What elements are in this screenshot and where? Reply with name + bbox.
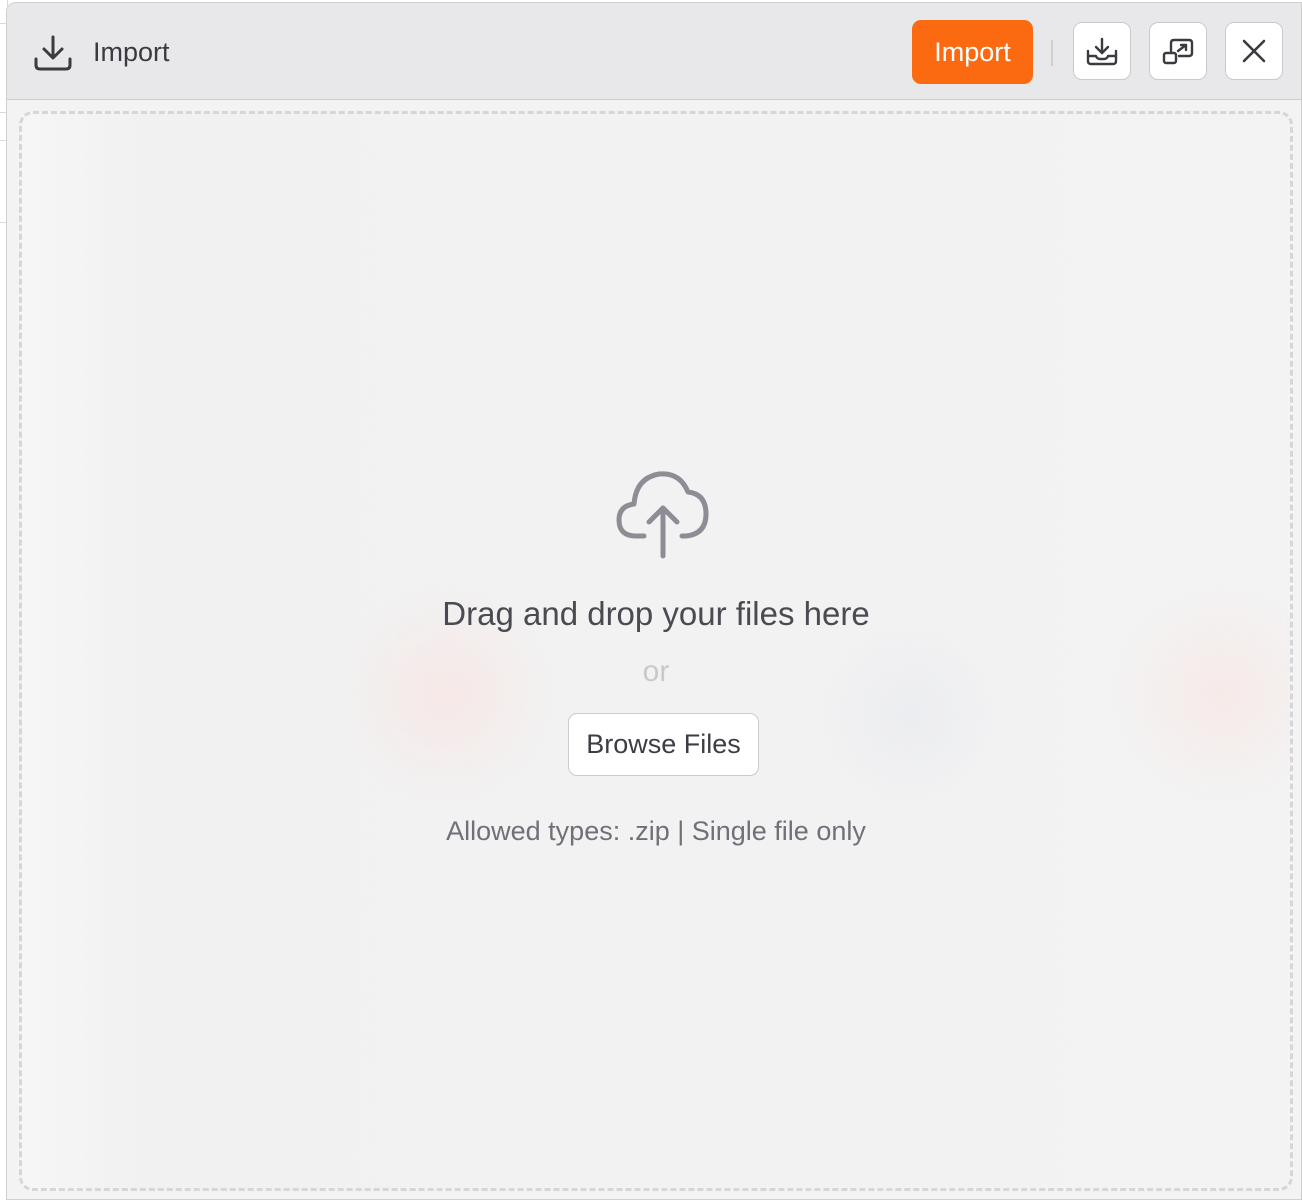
cloud-upload-icon (616, 471, 709, 559)
import-button[interactable]: Import (912, 20, 1033, 84)
popout-button[interactable] (1149, 22, 1207, 80)
external-window-icon (1162, 38, 1194, 65)
allowed-types-info: Allowed types: .zip | Single file only (446, 816, 866, 846)
browse-files-button[interactable]: Browse Files (568, 713, 759, 776)
download-button[interactable] (1073, 22, 1131, 80)
header-divider (1051, 40, 1053, 66)
close-icon (1242, 39, 1266, 63)
download-tray-icon (34, 35, 72, 71)
dialog-title: Import (93, 37, 170, 67)
dialog-header: Import Import (7, 3, 1301, 100)
file-dropzone[interactable]: Drag and drop your files here or Browse … (19, 111, 1293, 1191)
download-tray-icon (1086, 37, 1118, 66)
import-dialog: Import Import Drag and drop your files h… (6, 2, 1302, 1200)
close-button[interactable] (1225, 22, 1283, 80)
or-separator: or (642, 655, 670, 688)
drop-message: Drag and drop your files here (442, 595, 870, 632)
